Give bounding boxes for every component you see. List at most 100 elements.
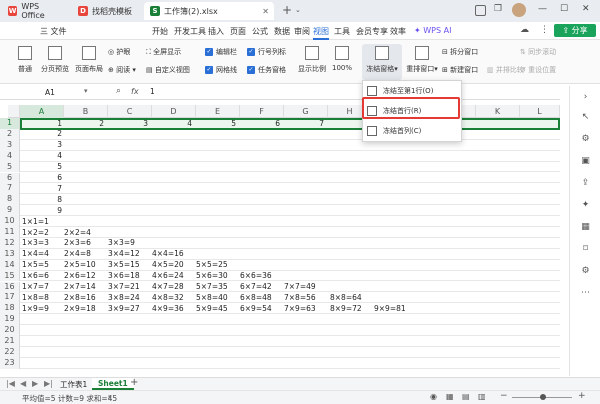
row-header[interactable]: 18 [0, 303, 20, 315]
cell[interactable]: 2×8=16 [64, 293, 96, 303]
cell[interactable]: 3×9=27 [108, 304, 140, 314]
col-header-a[interactable]: A [20, 105, 64, 118]
next-sheet-icon[interactable]: ▶ [32, 379, 38, 388]
row-header[interactable]: 20 [0, 325, 20, 336]
cell[interactable]: 5×9=45 [196, 304, 228, 314]
zoom-in-icon[interactable]: + [578, 391, 586, 401]
cell[interactable]: 2×7=14 [64, 282, 96, 292]
close-tab-icon[interactable]: ✕ [262, 7, 269, 16]
page-layout-button[interactable]: 页面布局 [74, 46, 104, 74]
menu-item-review[interactable]: 审阅 [294, 26, 310, 37]
row-header[interactable]: 23 [0, 357, 20, 369]
new-tab-icon[interactable]: + [282, 3, 292, 17]
col-header-e[interactable]: E [196, 105, 240, 118]
page-break-preview-button[interactable]: 分页预览 [40, 46, 70, 74]
chart-icon[interactable]: ▦ [580, 222, 591, 233]
cell[interactable]: 4×7=28 [152, 282, 184, 292]
formula-input[interactable]: 1 [150, 87, 155, 96]
row-header[interactable]: 5 [0, 161, 20, 173]
menu-item-formula[interactable]: 公式 [252, 26, 268, 37]
chevron-down-icon[interactable]: ▾ [108, 393, 112, 401]
layout-icon[interactable] [475, 5, 486, 16]
menu-item-page[interactable]: 页面 [230, 26, 246, 37]
cell[interactable]: 9×9=81 [374, 304, 406, 314]
grid-lines-checkbox[interactable]: ✓ 网格线 [205, 65, 237, 75]
cell[interactable]: 7×7=49 [284, 282, 316, 292]
cell[interactable]: 3×5=15 [108, 260, 140, 270]
cell[interactable]: 4×5=20 [152, 260, 184, 270]
freeze-first-col-item[interactable]: 冻结首列(C) [367, 123, 459, 139]
row-header[interactable]: 16 [0, 281, 20, 293]
first-sheet-icon[interactable]: |◀ [6, 379, 15, 388]
cell[interactable]: 8×8=64 [330, 293, 362, 303]
cell[interactable]: 5×6=30 [196, 271, 228, 281]
sheet-tab-active[interactable]: Sheet1 [92, 378, 134, 390]
maximize-icon[interactable]: ☐ [560, 4, 568, 14]
cell[interactable]: 8 [42, 195, 62, 205]
cell[interactable]: 6 [42, 173, 62, 183]
cell[interactable]: 6×6=36 [240, 271, 272, 281]
row-header[interactable]: 10 [0, 216, 20, 227]
fullscreen-button[interactable]: ⛶ 全屏显示 [146, 47, 181, 57]
row-header[interactable]: 1 [0, 118, 20, 129]
row-header[interactable]: 7 [0, 183, 20, 195]
cell[interactable]: 2×2=4 [64, 228, 91, 238]
cell[interactable]: 6×9=54 [240, 304, 272, 314]
show-ratio-button[interactable]: 显示比例 [298, 46, 326, 74]
chevron-down-icon[interactable]: ▾ [84, 87, 88, 95]
col-header-d[interactable]: D [152, 105, 196, 118]
sync-scroll-button[interactable]: ⇅ 同步滚动 [520, 47, 556, 57]
page-view-icon[interactable]: ▤ [462, 392, 470, 401]
close-icon[interactable]: ✕ [582, 4, 590, 14]
prev-sheet-icon[interactable]: ◀ [20, 379, 26, 388]
row-header[interactable]: 14 [0, 259, 20, 271]
menu-item-file[interactable]: 三 文件 [40, 26, 67, 37]
cell[interactable]: 6×7=42 [240, 282, 272, 292]
cell[interactable]: 2×6=12 [64, 271, 96, 281]
cell[interactable]: 4×8=32 [152, 293, 184, 303]
normal-view-button[interactable]: 普通 [14, 46, 36, 74]
row-col-header-checkbox[interactable]: ✓ 行号列标 [247, 47, 286, 57]
cell[interactable]: 6×8=48 [240, 293, 272, 303]
cell[interactable]: 4×4=16 [152, 249, 184, 259]
cell[interactable]: 5×7=35 [196, 282, 228, 292]
zoom-slider-handle[interactable] [540, 394, 546, 400]
tab-workbook[interactable]: S 工作簿(2).xlsx ✕ [144, 2, 274, 20]
cell[interactable]: 7×9=63 [284, 304, 316, 314]
row-header[interactable]: 6 [0, 172, 20, 184]
rearrange-window-button[interactable]: 重排窗口▾ [404, 46, 440, 74]
split-window-button[interactable]: ⊟ 拆分窗口 [442, 47, 478, 57]
share-button[interactable]: ⇪ 分享 [554, 24, 596, 37]
ai-icon[interactable]: ✦ [580, 200, 591, 211]
cell[interactable]: 1×9=9 [22, 304, 49, 314]
col-header-c[interactable]: C [108, 105, 152, 118]
cell[interactable]: 3×6=18 [108, 271, 140, 281]
more-icon[interactable]: ⋯ [580, 288, 591, 299]
cell[interactable]: 4 [42, 151, 62, 161]
menu-item-tools[interactable]: 工具 [334, 26, 350, 37]
more-icon[interactable]: ⋮ [540, 25, 549, 35]
cell[interactable]: 7 [42, 184, 62, 194]
select-tool-icon[interactable]: ↖ [580, 112, 591, 123]
reset-position-button[interactable]: ↺ 重设位置 [520, 65, 556, 75]
menu-item-view[interactable]: 视图 [313, 26, 329, 40]
new-window-button[interactable]: ⊞ 新建窗口 [442, 65, 478, 75]
cell[interactable]: 2×3=6 [64, 238, 91, 248]
task-pane-checkbox[interactable]: ✓ 任务窗格 [247, 65, 286, 75]
row-header[interactable]: 13 [0, 248, 20, 260]
cell[interactable]: 4×9=36 [152, 304, 184, 314]
row-header[interactable]: 9 [0, 205, 20, 217]
menu-item-member[interactable]: 会员专享 [356, 26, 388, 37]
row-header[interactable]: 19 [0, 314, 20, 326]
cell[interactable]: 1×6=6 [22, 271, 49, 281]
menu-item-efficiency[interactable]: 效率 [390, 26, 406, 37]
cell[interactable]: 2×9=18 [64, 304, 96, 314]
name-box[interactable]: A1 [20, 87, 80, 98]
cell[interactable]: 5×5=25 [196, 260, 228, 270]
wps-ai-button[interactable]: ✦ WPS AI [414, 26, 451, 35]
reading-mode-button[interactable]: ⊕ 阅读 ▾ [108, 65, 136, 75]
cloud-icon[interactable]: ☁ [520, 25, 529, 35]
spreadsheet-grid[interactable]: 1 1 2 3 4 5 6 7 2 2 3 3 4 4 5 5 6 6 7 7 8 8 9 9 10 1×1=1 11 1×2=2 2×… [0, 118, 560, 374]
eye-icon[interactable]: ◉ [430, 392, 437, 401]
row-header[interactable]: 17 [0, 292, 20, 304]
